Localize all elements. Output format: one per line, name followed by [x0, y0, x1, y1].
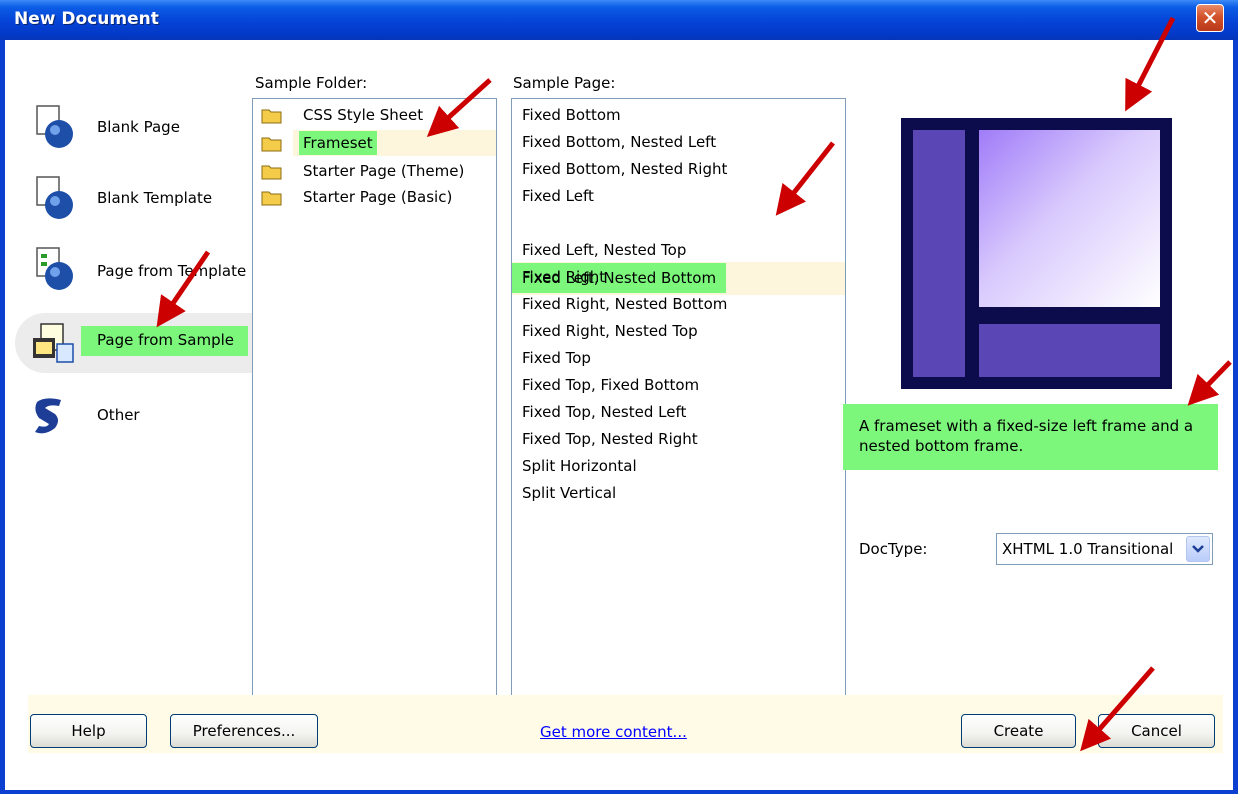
- dialog-body: Blank Page Blank Template Page from Temp…: [5, 40, 1233, 790]
- folder-item-label: Frameset: [299, 131, 377, 155]
- close-button[interactable]: ✕: [1196, 4, 1224, 32]
- get-more-content-link[interactable]: Get more content...: [540, 723, 687, 741]
- description-text: A frameset with a fixed-size left frame …: [859, 417, 1194, 455]
- help-button[interactable]: Help: [30, 714, 147, 748]
- category-label: Other: [97, 406, 140, 424]
- sample-folder-list[interactable]: CSS Style Sheet Frameset Starter Page (T…: [252, 98, 497, 719]
- folder-item[interactable]: Starter Page (Theme): [261, 159, 491, 183]
- close-icon: ✕: [1201, 6, 1219, 30]
- page-item[interactable]: Fixed Bottom, Nested Right: [522, 156, 727, 183]
- doctype-value: XHTML 1.0 Transitional: [1002, 540, 1174, 558]
- folder-icon: [261, 109, 282, 124]
- dialog-title: New Document: [14, 9, 159, 29]
- category-label: Page from Template: [97, 262, 247, 280]
- sample-description: A frameset with a fixed-size left frame …: [843, 404, 1218, 470]
- blank-page-icon: [36, 105, 73, 148]
- other-icon: [35, 398, 61, 434]
- sample-page-label: Sample Page:: [513, 74, 616, 92]
- folder-item-label: Starter Page (Basic): [303, 188, 453, 206]
- new-document-dialog: New Document ✕ Blank Page Blank Template: [0, 0, 1238, 794]
- folder-item-label: CSS Style Sheet: [303, 106, 424, 124]
- cancel-button[interactable]: Cancel: [1098, 714, 1215, 748]
- blank-template-icon: [36, 176, 73, 219]
- page-item[interactable]: Fixed Right, Nested Top: [522, 318, 698, 345]
- sample-folder-label: Sample Folder:: [255, 74, 368, 92]
- doctype-label: DocType:: [859, 540, 928, 558]
- page-item[interactable]: Fixed Bottom: [522, 102, 621, 129]
- page-item[interactable]: Fixed Right, Nested Bottom: [522, 291, 727, 318]
- page-item[interactable]: Split Horizontal: [522, 453, 637, 480]
- folder-icon: [261, 191, 282, 206]
- category-blank-template[interactable]: Blank Template: [31, 175, 231, 221]
- sample-page-list[interactable]: Fixed Bottom Fixed Bottom, Nested Left F…: [511, 98, 846, 719]
- page-from-sample-icon: [33, 323, 74, 363]
- page-item[interactable]: Fixed Top, Nested Left: [522, 399, 686, 426]
- preview-main-frame: [979, 130, 1160, 307]
- category-label: Page from Sample: [81, 326, 248, 356]
- create-button[interactable]: Create: [961, 714, 1076, 748]
- category-page-from-sample[interactable]: Page from Sample: [31, 320, 251, 366]
- page-item[interactable]: Split Vertical: [522, 480, 616, 507]
- page-item[interactable]: Fixed Left, Nested Top: [522, 237, 686, 264]
- page-item[interactable]: Fixed Top, Fixed Bottom: [522, 372, 699, 399]
- category-blank-page[interactable]: Blank Page: [31, 104, 231, 150]
- category-other[interactable]: Other: [31, 392, 181, 438]
- folder-icon: [261, 165, 282, 180]
- page-item[interactable]: Fixed Right: [522, 264, 605, 291]
- page-item[interactable]: Fixed Left: [522, 183, 594, 210]
- preferences-button[interactable]: Preferences...: [170, 714, 318, 748]
- page-item[interactable]: Fixed Top, Nested Right: [522, 426, 698, 453]
- preview-bottom-frame: [979, 324, 1160, 377]
- folder-item[interactable]: Starter Page (Basic): [261, 185, 491, 209]
- page-from-template-icon: [36, 247, 73, 290]
- doctype-select[interactable]: XHTML 1.0 Transitional: [996, 533, 1213, 565]
- preview-left-frame: [913, 130, 965, 377]
- title-bar[interactable]: New Document ✕: [0, 0, 1238, 40]
- category-page-from-template[interactable]: Page from Template: [31, 246, 246, 292]
- category-label: Blank Page: [97, 118, 180, 136]
- page-item[interactable]: Fixed Bottom, Nested Left: [522, 129, 716, 156]
- chevron-down-icon: [1192, 545, 1204, 553]
- dropdown-button[interactable]: [1186, 536, 1210, 562]
- page-item[interactable]: Fixed Top: [522, 345, 591, 372]
- folder-icon: [261, 137, 282, 152]
- category-label: Blank Template: [97, 189, 213, 207]
- folder-item-selected[interactable]: Frameset: [261, 131, 491, 155]
- folder-item[interactable]: CSS Style Sheet: [261, 103, 491, 127]
- frameset-preview: [901, 118, 1172, 389]
- folder-item-label: Starter Page (Theme): [303, 162, 465, 180]
